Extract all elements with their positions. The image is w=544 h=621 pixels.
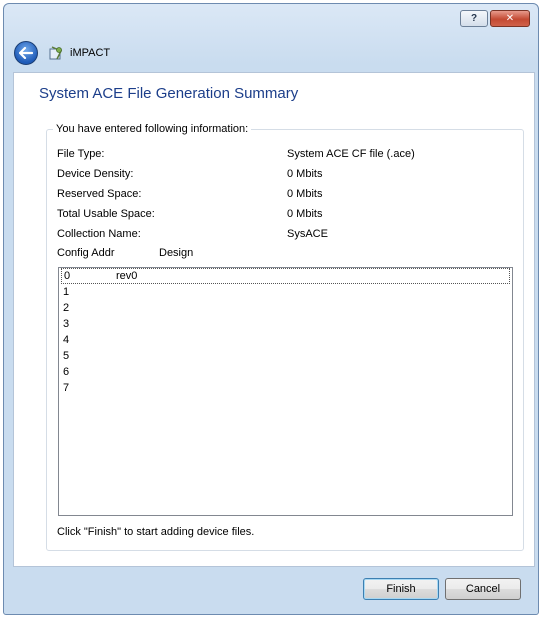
app-title: iMPACT xyxy=(70,47,111,59)
info-value: System ACE CF file (.ace) xyxy=(287,148,415,160)
info-row-collection-name: Collection Name: SysACE xyxy=(57,228,507,242)
hint-text: Click "Finish" to start adding device fi… xyxy=(57,526,255,538)
finish-button[interactable]: Finish xyxy=(363,578,439,600)
info-value: SysACE xyxy=(287,228,328,240)
wizard-content: System ACE File Generation Summary You h… xyxy=(13,72,535,567)
list-item-addr: 2 xyxy=(63,302,70,314)
column-header-config-addr: Config Addr xyxy=(57,247,115,259)
list-item-addr: 1 xyxy=(63,286,70,298)
wizard-navbar: iMPACT xyxy=(14,39,110,67)
list-item-1[interactable]: 1 xyxy=(61,284,510,300)
info-label: Device Density: xyxy=(57,168,134,180)
info-row-device-density: Device Density: 0 Mbits xyxy=(57,168,507,182)
groupbox-legend: You have entered following information: xyxy=(53,123,252,135)
list-item-2[interactable]: 2 xyxy=(61,300,510,316)
summary-groupbox: You have entered following information: … xyxy=(46,123,524,551)
list-item-design: rev0 xyxy=(116,270,138,282)
info-value: 0 Mbits xyxy=(287,188,323,200)
info-row-total-usable-space: Total Usable Space: 0 Mbits xyxy=(57,208,507,222)
list-item-6[interactable]: 6 xyxy=(61,364,510,380)
impact-app-icon xyxy=(48,45,64,61)
list-item-3[interactable]: 3 xyxy=(61,316,510,332)
list-item-0[interactable]: 0 rev0 xyxy=(61,268,510,284)
close-button[interactable]: ✕ xyxy=(490,10,530,27)
list-item-addr: 7 xyxy=(63,382,70,394)
close-icon: ✕ xyxy=(505,13,515,24)
info-value: 0 Mbits xyxy=(287,168,323,180)
info-label: File Type: xyxy=(57,148,105,160)
info-label: Total Usable Space: xyxy=(57,208,155,220)
back-button[interactable] xyxy=(14,41,38,65)
titlebar-buttons: ? ✕ xyxy=(460,10,530,27)
list-item-addr: 3 xyxy=(63,318,70,330)
list-item-7[interactable]: 7 xyxy=(61,380,510,396)
info-value: 0 Mbits xyxy=(287,208,323,220)
list-item-addr: 5 xyxy=(63,350,70,362)
back-arrow-icon xyxy=(19,47,33,59)
list-item-addr: 6 xyxy=(63,366,70,378)
wizard-window: ? ✕ iMPACT System ACE File Generation Su… xyxy=(3,3,539,615)
list-item-4[interactable]: 4 xyxy=(61,332,510,348)
column-header-design: Design xyxy=(159,247,194,259)
page-title: System ACE File Generation Summary xyxy=(39,85,299,102)
info-row-reserved-space: Reserved Space: 0 Mbits xyxy=(57,188,507,202)
info-label: Collection Name: xyxy=(57,228,141,240)
help-button[interactable]: ? xyxy=(460,10,488,27)
list-item-addr: 0 xyxy=(64,270,71,282)
info-row-file-type: File Type: System ACE CF file (.ace) xyxy=(57,148,507,162)
cancel-button[interactable]: Cancel xyxy=(445,578,521,600)
list-item-5[interactable]: 5 xyxy=(61,348,510,364)
help-icon: ? xyxy=(470,13,478,24)
config-address-list[interactable]: 0 rev0 1 2 3 4 5 6 7 xyxy=(58,267,513,516)
list-item-addr: 4 xyxy=(63,334,70,346)
info-label: Reserved Space: xyxy=(57,188,142,200)
